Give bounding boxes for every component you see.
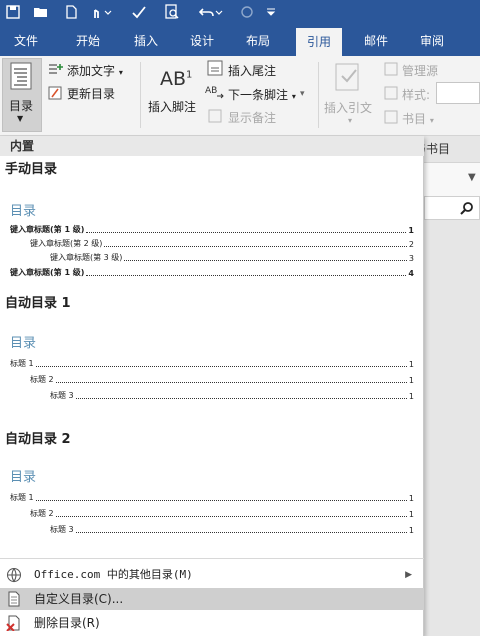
document-icon [6,591,22,607]
style-icon [384,85,400,104]
toc-preview-entry: 键入章标题(第 1 级) 1 [10,225,414,235]
search-icon[interactable] [460,200,474,219]
add-text-button[interactable]: 添加文字 ▾ [67,62,123,79]
toc-preview-heading: 目录 [10,204,37,219]
toc-preview-entry: 键入章标题(第 1 级) 4 [10,268,414,278]
toc-preview-entry: 标题 21 [30,375,414,385]
quick-access-toolbar [0,0,480,24]
toc-preview-entry: 标题 31 [50,391,414,401]
toc-preview-entry: 标题 21 [30,509,414,519]
toc-option-title: 自动目录 1 [5,296,71,311]
show-notes-icon [208,108,222,127]
style-label: 样式: [402,88,431,102]
delete-document-icon [6,615,22,632]
remove-toc-menu-item[interactable]: 删除目录(R) [0,612,424,634]
document-area: 与书目 ▼ [414,136,480,636]
open-folder-icon[interactable] [30,0,52,24]
new-doc-icon[interactable] [64,0,78,24]
toc-option-automatic-1[interactable]: 自动目录 1 目录 标题 11 标题 21 标题 31 [0,288,424,420]
nav-pane-dropdown-arrow[interactable]: ▼ [468,172,476,183]
toc-icon [10,62,34,94]
toc-preview-heading: 目录 [10,470,37,485]
gallery-section-header: 内置 [0,136,424,156]
show-notes-button[interactable]: 显示备注 [228,109,276,126]
toc-label: 目录 [9,99,34,113]
print-preview-icon[interactable] [160,0,184,24]
insert-citation-button[interactable]: 插入引文 [324,99,372,116]
add-text-icon [48,62,64,81]
next-footnote-button[interactable]: 下一条脚注 ▾ [228,86,296,103]
tab-home[interactable]: 开始 [66,24,110,56]
insert-footnote-icon: AB1 [160,68,193,90]
office-more-tocs-menu-item[interactable]: Office.com 中的其他目录(M) ▶ [0,564,424,586]
toc-preview-entry: 键入章标题(第 3 级) 3 [50,253,414,263]
toc-option-manual[interactable]: 手动目录 目录 键入章标题(第 1 级) 1 键入章标题(第 2 级) 2 键入章标… [0,156,424,286]
toc-preview-entry: 键入章标题(第 2 级) 2 [30,239,414,249]
insert-footnote-button[interactable]: 插入脚注 [148,98,196,115]
tab-insert[interactable]: 插入 [124,24,168,56]
menu-separator [0,558,424,559]
redo-icon[interactable] [238,0,256,24]
toc-option-title: 自动目录 2 [5,432,71,447]
group-divider [318,62,319,128]
manage-sources-icon [384,61,400,80]
undo-icon[interactable] [196,0,226,24]
toc-option-automatic-2[interactable]: 自动目录 2 目录 标题 11 标题 21 标题 31 [0,422,424,554]
svg-text:AB: AB [205,86,217,96]
tab-layout[interactable]: 布局 [236,24,280,56]
tab-mailings[interactable]: 邮件 [354,24,398,56]
footnotes-dialog-launcher[interactable]: ▾ [300,89,305,99]
insert-endnote-button[interactable]: 插入尾注 [228,62,276,79]
update-toc-button[interactable]: 更新目录 [67,85,115,102]
insert-citation-dropdown-arrow: ▾ [348,116,353,125]
toc-preview-entry: 标题 11 [10,359,414,369]
toc-preview-entry: 标题 11 [10,493,414,503]
group-divider [140,62,141,128]
ribbon: 目录 ▼ 添加文字 ▾ 更新目录 AB1 插入脚注 插入尾注 AB 下一条脚注 … [0,56,480,136]
touch-mode-icon[interactable] [86,0,116,24]
customize-qat-icon[interactable] [264,0,278,24]
custom-toc-menu-item[interactable]: 自定义目录(C)... [0,588,424,610]
toc-preview-entry: 标题 31 [50,525,414,535]
tab-review[interactable]: 审阅 [410,24,454,56]
tab-design[interactable]: 设计 [180,24,224,56]
next-footnote-icon: AB [205,84,227,104]
bibliography-button[interactable]: 书目 ▾ [402,110,434,127]
spelling-icon[interactable] [128,0,150,24]
toc-option-title: 手动目录 [5,162,58,177]
insert-citation-icon [334,62,364,98]
tab-references[interactable]: 引用 [296,28,342,56]
update-toc-icon [48,85,64,104]
bibliography-icon [384,109,400,128]
insert-endnote-icon [207,60,225,80]
manage-sources-button[interactable]: 管理源 [402,62,438,79]
submenu-arrow-icon: ▶ [405,570,412,580]
style-select[interactable] [436,82,480,104]
toc-dropdown-arrow: ▼ [17,114,24,123]
tab-file[interactable]: 文件 [4,24,48,56]
office-globe-icon [6,567,22,583]
ribbon-tabs: 文件 开始 插入 设计 布局 引用 邮件 审阅 [0,24,480,56]
toc-gallery-dropdown: 内置 手动目录 目录 键入章标题(第 1 级) 1 键入章标题(第 2 级) 2 键… [0,136,424,636]
toc-preview-heading: 目录 [10,336,37,351]
save-icon[interactable] [4,0,22,24]
